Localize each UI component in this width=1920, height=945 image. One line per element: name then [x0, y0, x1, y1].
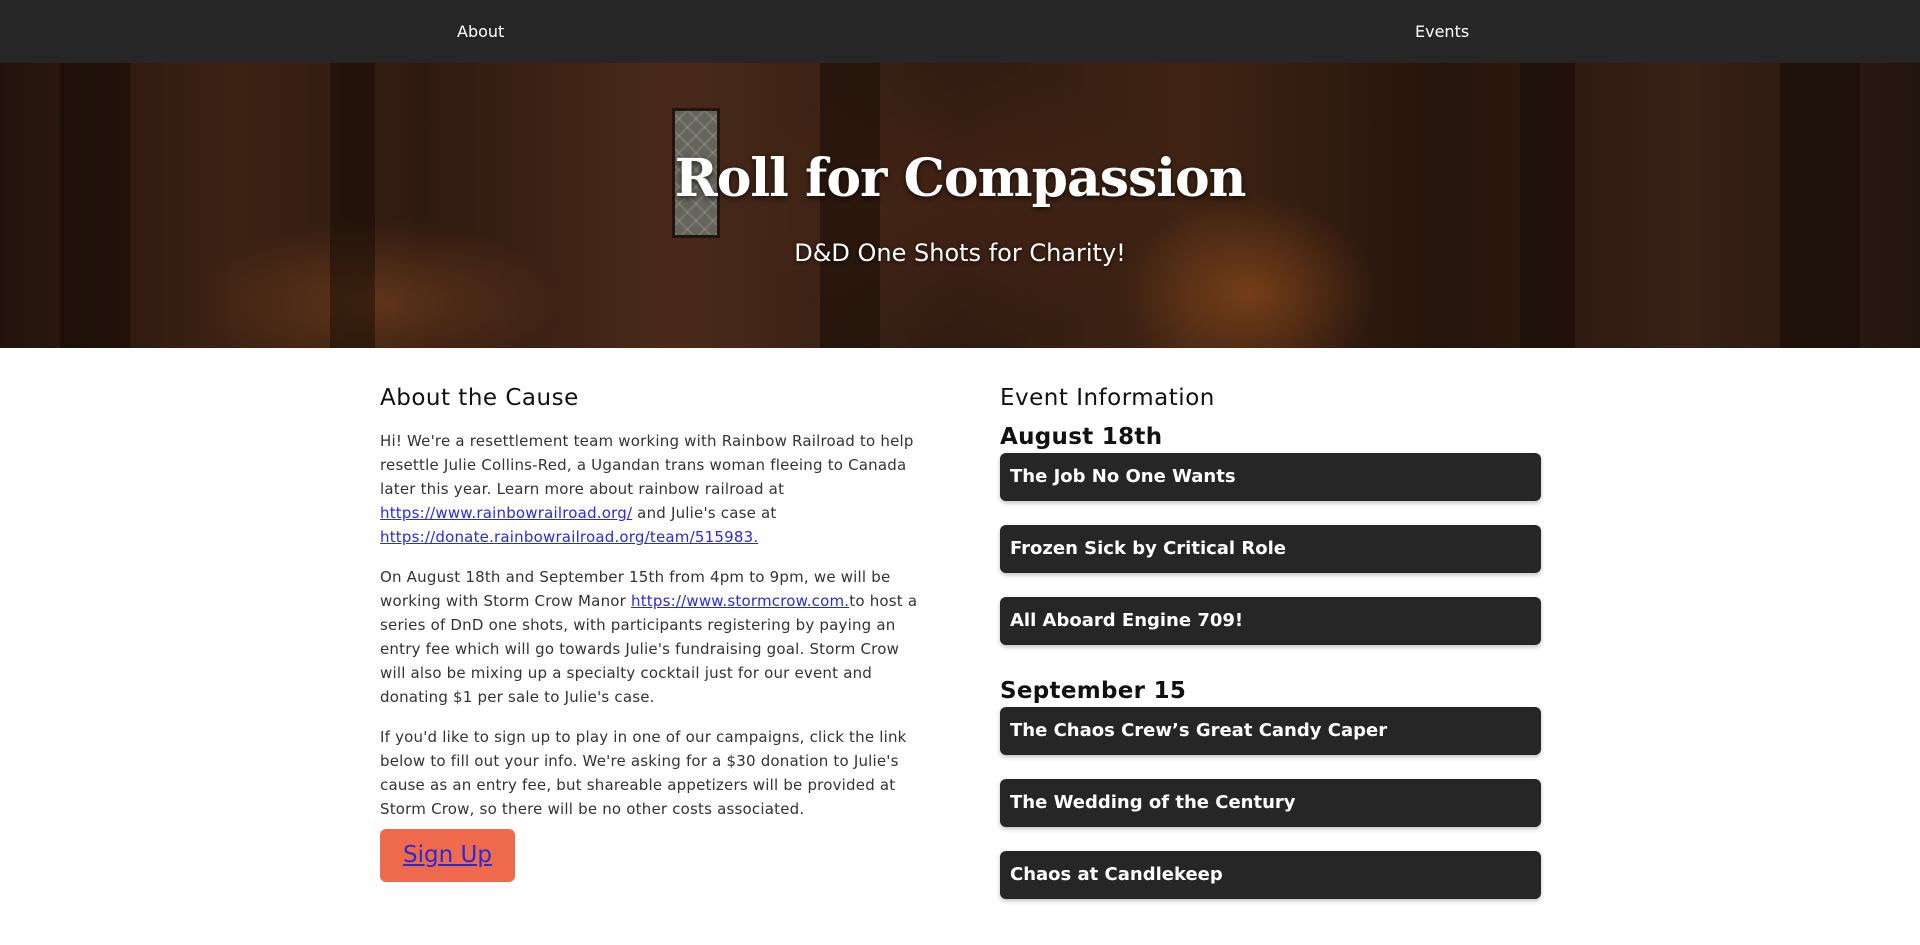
event-date-heading: September 15 — [1000, 678, 1187, 704]
storm-crow-link[interactable]: https://www.stormcrow.com. — [631, 592, 849, 610]
nav-link-about[interactable]: About — [457, 22, 504, 41]
nav-link-events[interactable]: Events — [1415, 22, 1469, 41]
julie-case-link[interactable]: https://donate.rainbowrailroad.org/team/… — [380, 528, 758, 546]
about-heading: About the Cause — [380, 385, 579, 411]
event-card[interactable]: Frozen Sick by Critical Role — [1000, 525, 1541, 573]
event-card[interactable]: The Job No One Wants — [1000, 453, 1541, 501]
about-paragraph-2: On August 18th and September 15th from 4… — [380, 568, 918, 706]
about-paragraph-1: Hi! We're a resettlement team working wi… — [380, 432, 914, 546]
sign-up-button[interactable]: Sign Up — [380, 829, 515, 882]
about-paragraph-3: If you'd like to sign up to play in one … — [380, 728, 907, 818]
about-section: About the Cause Hi! We're a resettlement… — [380, 385, 920, 882]
event-card[interactable]: The Wedding of the Century — [1000, 779, 1541, 827]
site-subtitle: D&D One Shots for Charity! — [794, 239, 1126, 267]
events-section: Event Information August 18th The Job No… — [1000, 385, 1541, 923]
event-card[interactable]: Chaos at Candlekeep — [1000, 851, 1541, 899]
top-nav: About Events — [0, 0, 1920, 63]
hero-banner: Roll for Compassion D&D One Shots for Ch… — [0, 63, 1920, 348]
event-card[interactable]: The Chaos Crew’s Great Candy Caper — [1000, 707, 1541, 755]
rainbow-railroad-link[interactable]: https://www.rainbowrailroad.org/ — [380, 504, 632, 522]
event-date-heading: August 18th — [1000, 424, 1163, 450]
site-title: Roll for Compassion — [674, 148, 1246, 209]
event-card[interactable]: All Aboard Engine 709! — [1000, 597, 1541, 645]
events-heading: Event Information — [1000, 385, 1215, 411]
